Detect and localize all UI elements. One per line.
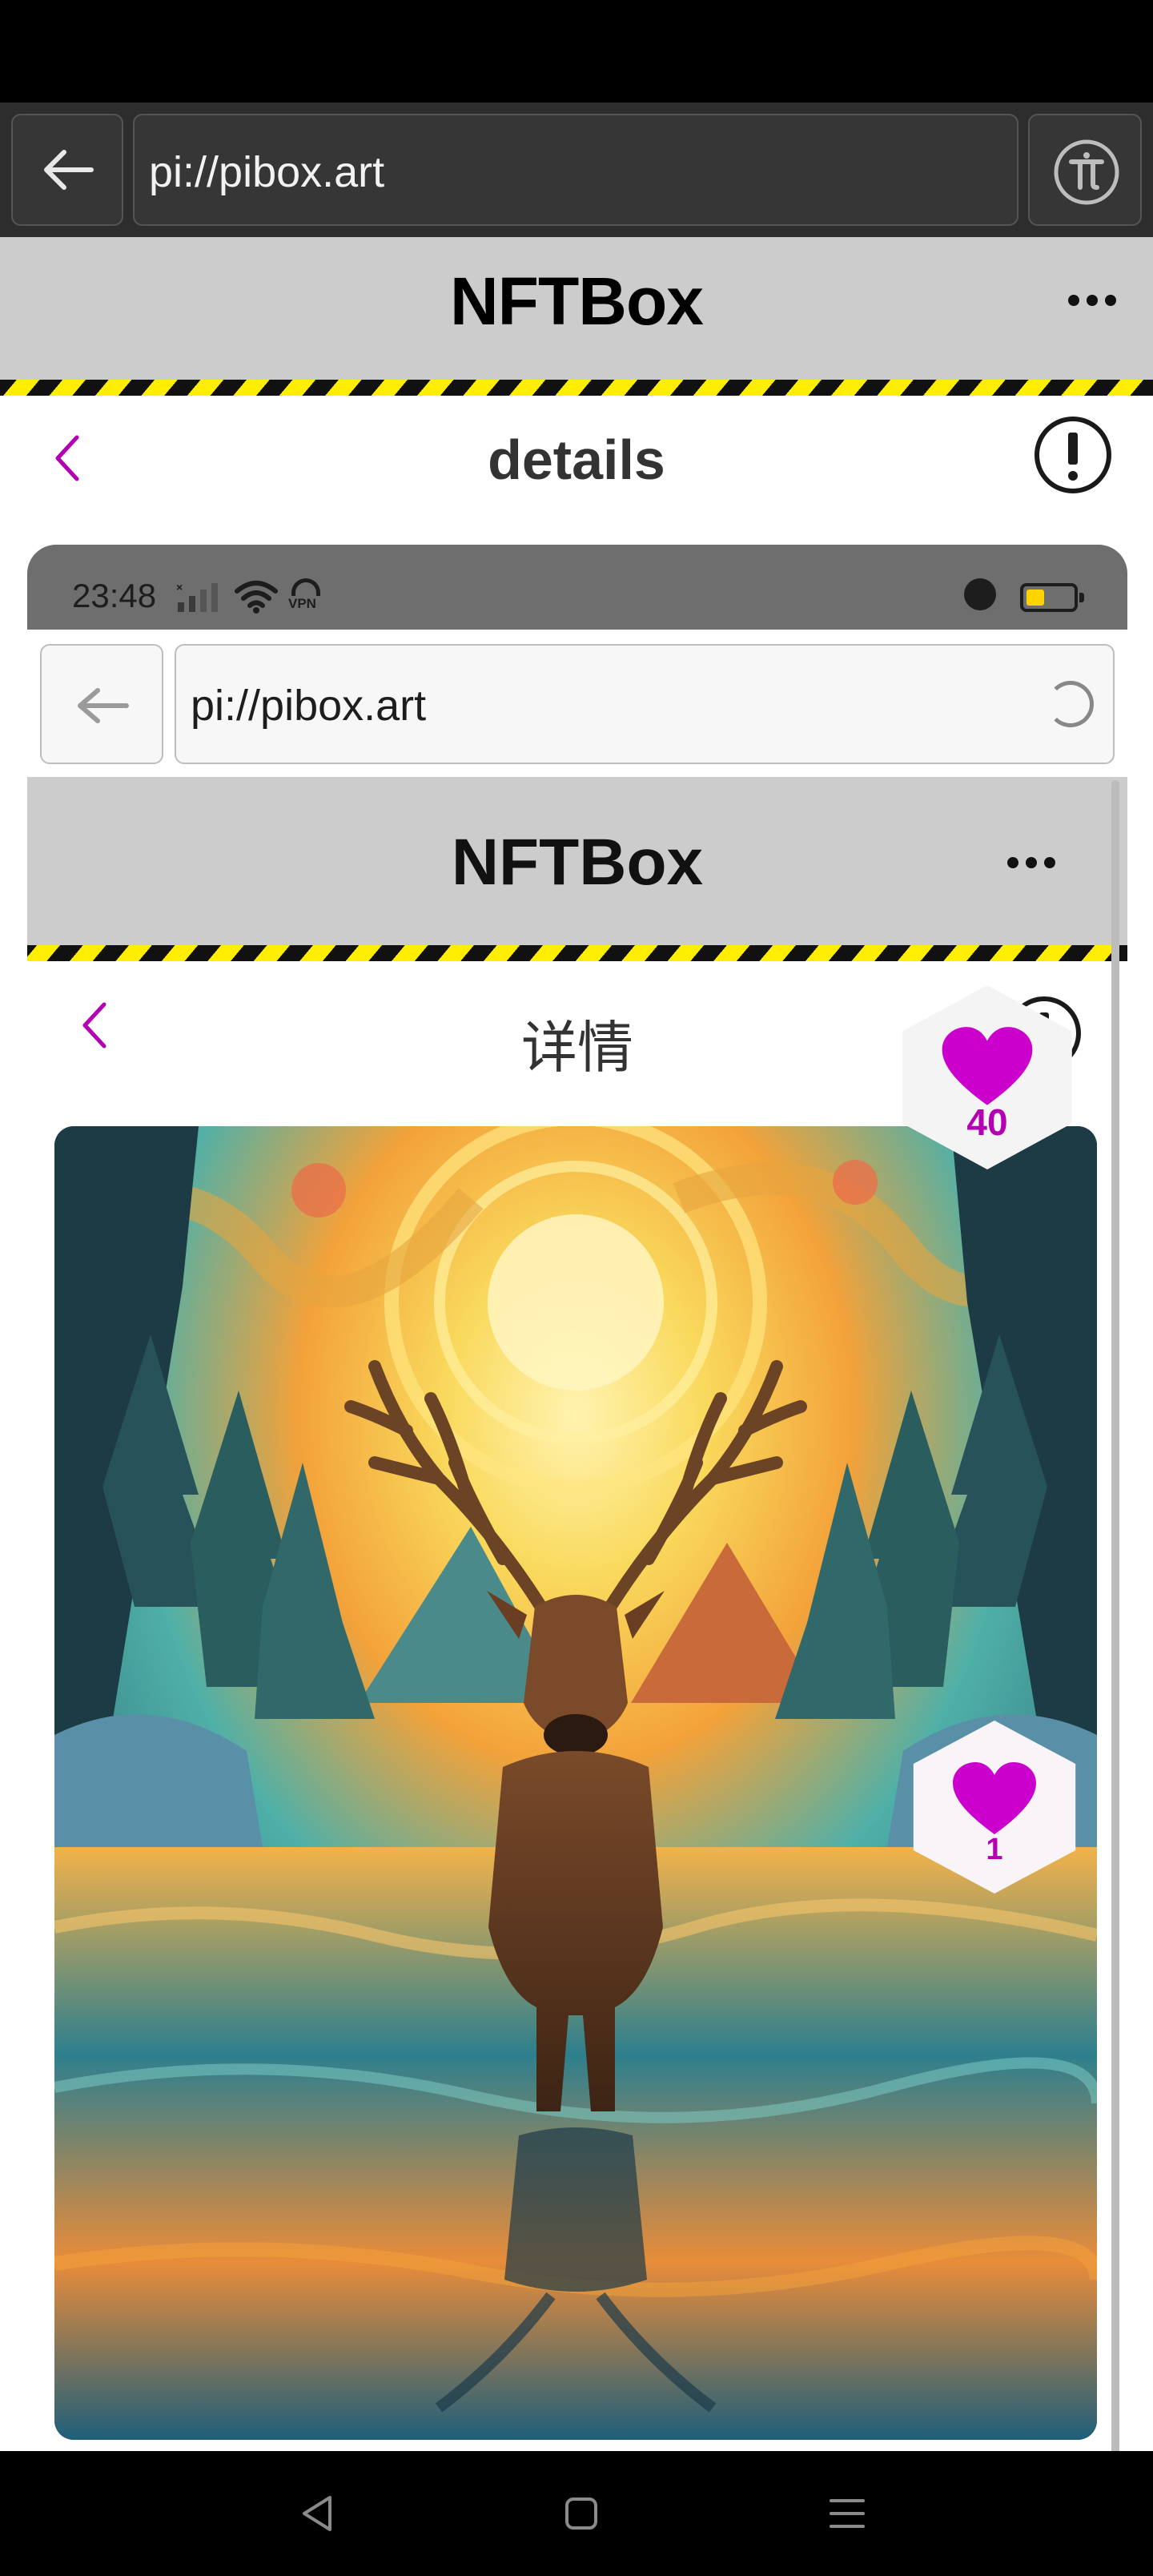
signal-icon: × <box>176 582 218 612</box>
svg-text:×: × <box>176 582 183 594</box>
page-title: details <box>488 429 665 491</box>
screenshot-status-bar: 23:48 × VPN <box>27 545 1127 630</box>
url-text: pi://pibox.art <box>149 148 385 196</box>
nft-screenshot: 23:48 × VPN pi://pibox.art NFTBox 详情 1 <box>27 545 1127 2451</box>
hazard-stripe-divider <box>0 380 1153 396</box>
site-title: NFTBox <box>450 264 704 339</box>
screenshot-back-button <box>40 644 163 764</box>
browser-url-field[interactable]: pi://pibox.art <box>133 114 1018 226</box>
screenshot-site-header: NFTBox <box>27 777 1127 945</box>
status-time: 23:48 <box>72 577 157 614</box>
more-dots-icon[interactable] <box>1068 295 1116 306</box>
details-page: details 23:48 × VPN pi://pibox.art NFTBo… <box>0 396 1153 2451</box>
pi-network-icon <box>1054 139 1119 205</box>
pi-network-button[interactable] <box>1028 114 1142 226</box>
site-header: NFTBox <box>0 237 1153 380</box>
back-arrow-icon <box>44 150 94 190</box>
browser-toolbar: pi://pibox.art <box>0 103 1153 237</box>
screenshot-browser-toolbar: pi://pibox.art <box>27 630 1127 774</box>
nav-back-icon[interactable] <box>296 2491 341 2536</box>
screenshot-site-title: NFTBox <box>451 826 704 899</box>
heart-icon <box>942 1027 1033 1105</box>
wifi-icon <box>235 581 278 614</box>
info-icon[interactable] <box>1034 417 1111 493</box>
screenshot-hazard-stripe <box>27 945 1127 961</box>
nav-menu-icon[interactable] <box>825 2491 870 2536</box>
nav-home-icon[interactable] <box>559 2491 604 2536</box>
battery-icon <box>1020 583 1084 612</box>
dnd-icon <box>964 578 996 610</box>
more-dots-icon <box>1007 857 1055 868</box>
back-arrow-icon <box>78 688 129 723</box>
browser-back-button[interactable] <box>11 114 123 226</box>
system-top-bar <box>0 0 1153 103</box>
system-navigation-bar <box>0 2451 1153 2576</box>
screenshot-url-field: pi://pibox.art <box>175 644 1115 764</box>
pi-network-icon <box>1047 681 1094 727</box>
screenshot-url-text: pi://pibox.art <box>191 682 427 730</box>
heart-icon <box>953 1762 1036 1834</box>
like-count: 40 <box>966 1101 1008 1143</box>
vpn-icon: VPN <box>285 578 327 612</box>
artwork-like-count: 1 <box>986 1833 1003 1866</box>
